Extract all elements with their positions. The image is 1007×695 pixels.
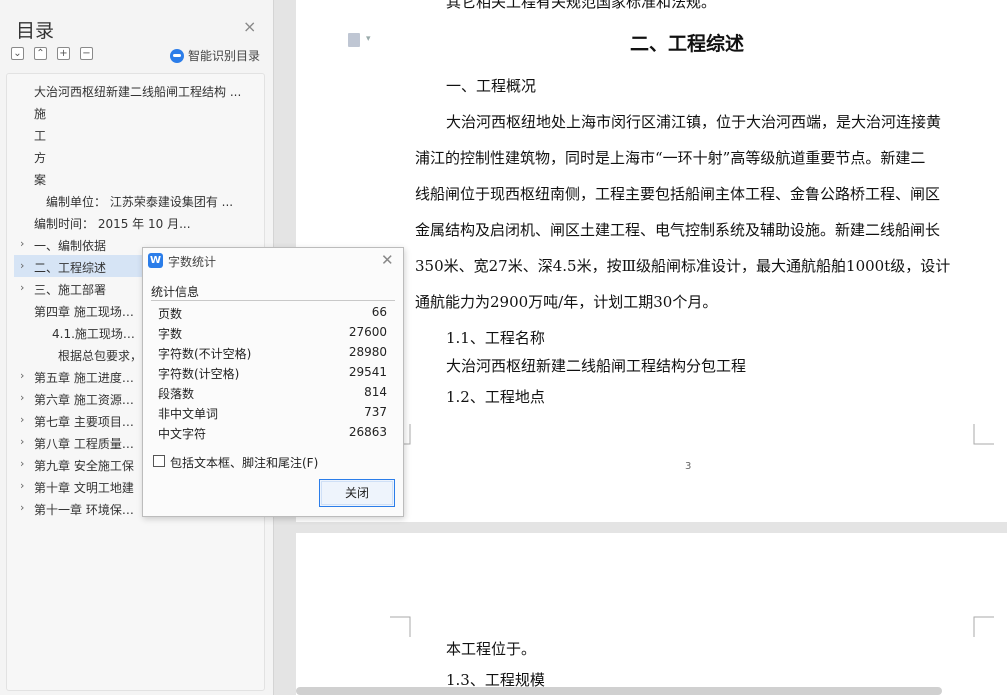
section-heading: 二、工程综述	[630, 33, 745, 55]
chevron-down-icon[interactable]: ▾	[366, 34, 371, 44]
page-number: 3	[685, 461, 692, 472]
toc-item-section-3[interactable]: 三、施工部署	[34, 281, 106, 298]
toc-item-unit[interactable]: 编制单位： 江苏荣泰建设集团有 ...	[46, 193, 250, 210]
stat-label: 页数	[158, 307, 183, 321]
toc-toolbar: ⌄ ⌃ + −	[11, 47, 93, 60]
toc-item-chapter-6[interactable]: 第六章 施工资源配置	[34, 391, 144, 408]
horizontal-scrollbar[interactable]	[296, 687, 942, 695]
chevron-right-icon[interactable]: ›	[20, 435, 24, 448]
toc-item-date[interactable]: 编制时间： 2015 年 10 月...	[34, 215, 250, 232]
stat-value: 737	[364, 405, 387, 419]
chevron-right-icon[interactable]: ›	[20, 259, 24, 272]
toc-item-4-1-text[interactable]: 根据总包要求，	[58, 347, 144, 364]
stat-label: 段落数	[158, 387, 195, 401]
doc-line: 浦江的控制性建筑物，同时是上海市“一环十射”高等级航道重要节点。新建二	[415, 149, 926, 167]
document-cut-line: 其它相关工程有关规范国家标准和法规。	[446, 0, 717, 11]
stat-value: 66	[371, 305, 387, 319]
doc-line: 350米、宽27米、深4.5米，按Ⅲ级船闸标准设计，最大通航船舶1000t级，设…	[415, 257, 951, 275]
doc-line: 金属结构及启闭机、闸区土建工程、电气控制系统及辅助设施。新建二线船闸长	[415, 221, 941, 239]
collapse-all-icon[interactable]: ⌄	[11, 47, 24, 60]
toc-item-section-2[interactable]: 二、工程综述	[34, 259, 106, 276]
close-icon[interactable]: ×	[243, 17, 256, 36]
toc-item-chapter-4[interactable]: 第四章 施工现场总平	[34, 303, 144, 320]
dialog-title: 字数统计	[168, 255, 217, 269]
include-textbox-checkbox[interactable]	[153, 455, 165, 467]
stat-label: 非中文单词	[158, 407, 219, 421]
toc-item[interactable]: 施	[34, 105, 46, 122]
crop-mark-bottom-right	[973, 424, 994, 445]
toc-item-section-1[interactable]: 一、编制依据	[34, 237, 106, 254]
expand-all-icon[interactable]: ⌃	[34, 47, 47, 60]
doc-line: 1.1、工程名称	[446, 329, 545, 347]
stat-value: 27600	[348, 325, 387, 339]
toc-item-chapter-10[interactable]: 第十章 文明工地建	[34, 479, 144, 496]
chevron-right-icon[interactable]: ›	[20, 237, 24, 250]
chevron-right-icon[interactable]: ›	[20, 391, 24, 404]
chevron-right-icon[interactable]: ›	[20, 479, 24, 492]
toc-item-chapter-5[interactable]: 第五章 施工进度计划	[34, 369, 144, 386]
stat-value: 29541	[348, 365, 387, 379]
doc-line: 本工程位于。	[446, 640, 537, 658]
stat-value: 26863	[348, 425, 387, 439]
toc-item-chapter-7[interactable]: 第七章 主要项目施工	[34, 413, 144, 430]
doc-line: 一、工程概况	[446, 77, 537, 95]
checkbox-label[interactable]: 包括文本框、脚注和尾注(F)	[170, 454, 318, 471]
add-level-icon[interactable]: +	[57, 47, 70, 60]
wps-logo-icon: W	[148, 253, 163, 268]
doc-line: 线船闸位于现西枢纽南侧，工程主要包括船闸主体工程、金鲁公路桥工程、闸区	[415, 185, 941, 203]
chevron-right-icon[interactable]: ›	[20, 369, 24, 382]
document-icon[interactable]	[348, 33, 360, 47]
stat-value: 28980	[348, 345, 387, 359]
stat-label: 字数	[158, 327, 183, 341]
document-page-4[interactable]	[296, 533, 1007, 695]
stat-label: 中文字符	[158, 427, 207, 441]
doc-line: 1.2、工程地点	[446, 388, 545, 406]
smart-recognize-button[interactable]: 智能识别目录	[170, 47, 260, 64]
section-divider	[151, 300, 395, 301]
stat-label: 字符数(计空格)	[158, 367, 240, 381]
crop-mark-top-right	[973, 616, 994, 637]
toc-item-chapter-9[interactable]: 第九章 安全施工保	[34, 457, 144, 474]
toc-item[interactable]: 方	[34, 149, 46, 166]
chevron-right-icon[interactable]: ›	[20, 281, 24, 294]
toc-item[interactable]: 案	[34, 171, 46, 188]
stat-value: 814	[364, 385, 387, 399]
chevron-right-icon[interactable]: ›	[20, 457, 24, 470]
doc-line: 大治河西枢纽新建二线船闸工程结构分包工程	[446, 357, 747, 375]
stat-label: 字符数(不计空格)	[158, 347, 252, 361]
doc-line: 大治河西枢纽地处上海市闵行区浦江镇，位于大治河西端，是大治河连接黄	[446, 113, 942, 131]
toc-item-title[interactable]: 大治河西枢纽新建二线船闸工程结构 ...	[34, 83, 249, 100]
toc-item-4-1[interactable]: 4.1.施工现场总平	[52, 325, 144, 342]
smart-recognize-label: 智能识别目录	[188, 49, 261, 63]
chevron-right-icon[interactable]: ›	[20, 413, 24, 426]
close-button[interactable]: 关闭	[319, 479, 395, 507]
chevron-right-icon[interactable]: ›	[20, 501, 24, 514]
toc-item[interactable]: 工	[34, 127, 46, 144]
word-count-dialog: W 字数统计 ✕ 统计信息 页数 66 字数 27600 字符数(不计空格) 2…	[142, 247, 404, 517]
toc-item-chapter-8[interactable]: 第八章 工程质量保证	[34, 435, 144, 452]
remove-level-icon[interactable]: −	[80, 47, 93, 60]
crop-mark-top-left	[390, 616, 411, 637]
toc-item-chapter-11[interactable]: 第十一章 环境保护和	[34, 501, 144, 518]
smart-recognize-icon	[170, 48, 184, 63]
doc-line: 通航能力为2900万吨/年，计划工期30个月。	[415, 293, 718, 311]
close-icon[interactable]: ✕	[381, 251, 394, 269]
sidebar-title: 目录	[16, 20, 55, 42]
dialog-titlebar[interactable]: W 字数统计 ✕	[143, 248, 403, 274]
stats-section-title: 统计信息	[151, 285, 200, 299]
